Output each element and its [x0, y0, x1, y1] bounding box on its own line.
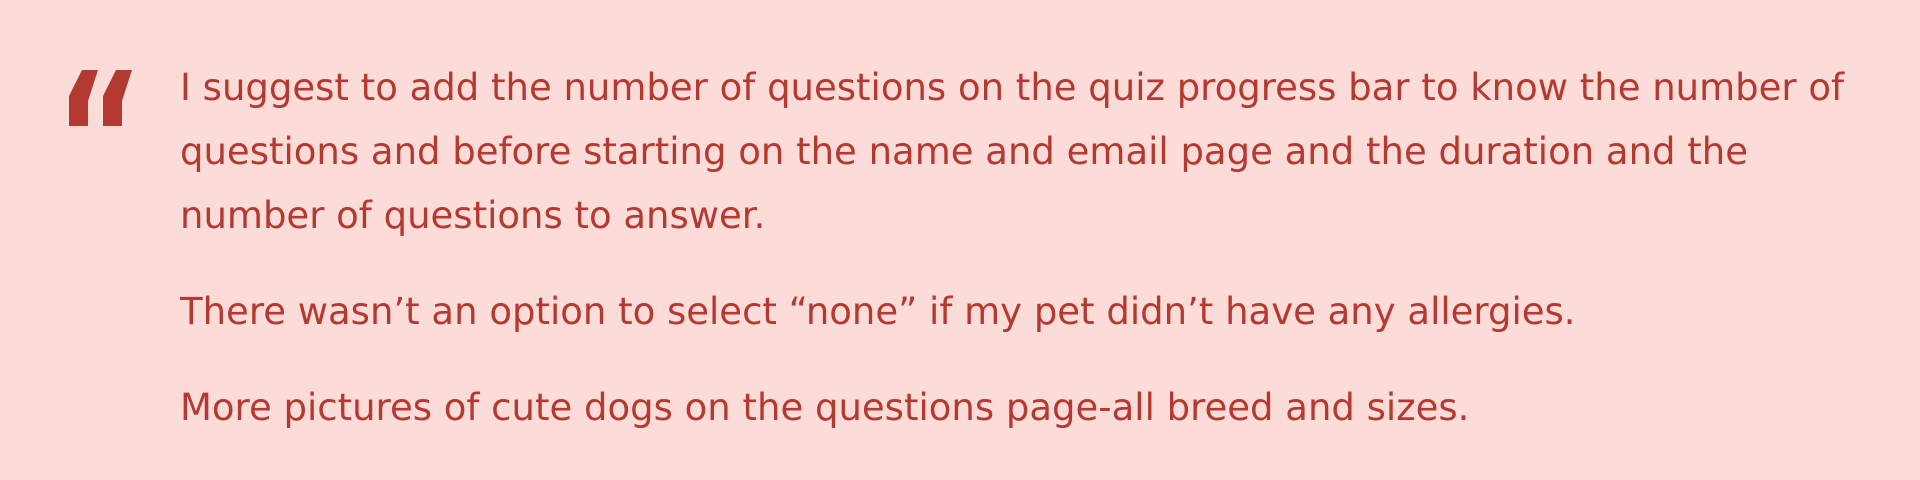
quote-text: I suggest to add the number of questions…: [180, 56, 1870, 440]
quote-paragraph-3: More pictures of cute dogs on the questi…: [180, 386, 1470, 429]
testimonial-quote-card: I suggest to add the number of questions…: [0, 0, 1920, 480]
quote-paragraph-1: I suggest to add the number of questions…: [180, 66, 1845, 237]
quote-paragraph-2: There wasn’t an option to select “none” …: [180, 290, 1576, 333]
open-quote-icon: [60, 70, 132, 126]
